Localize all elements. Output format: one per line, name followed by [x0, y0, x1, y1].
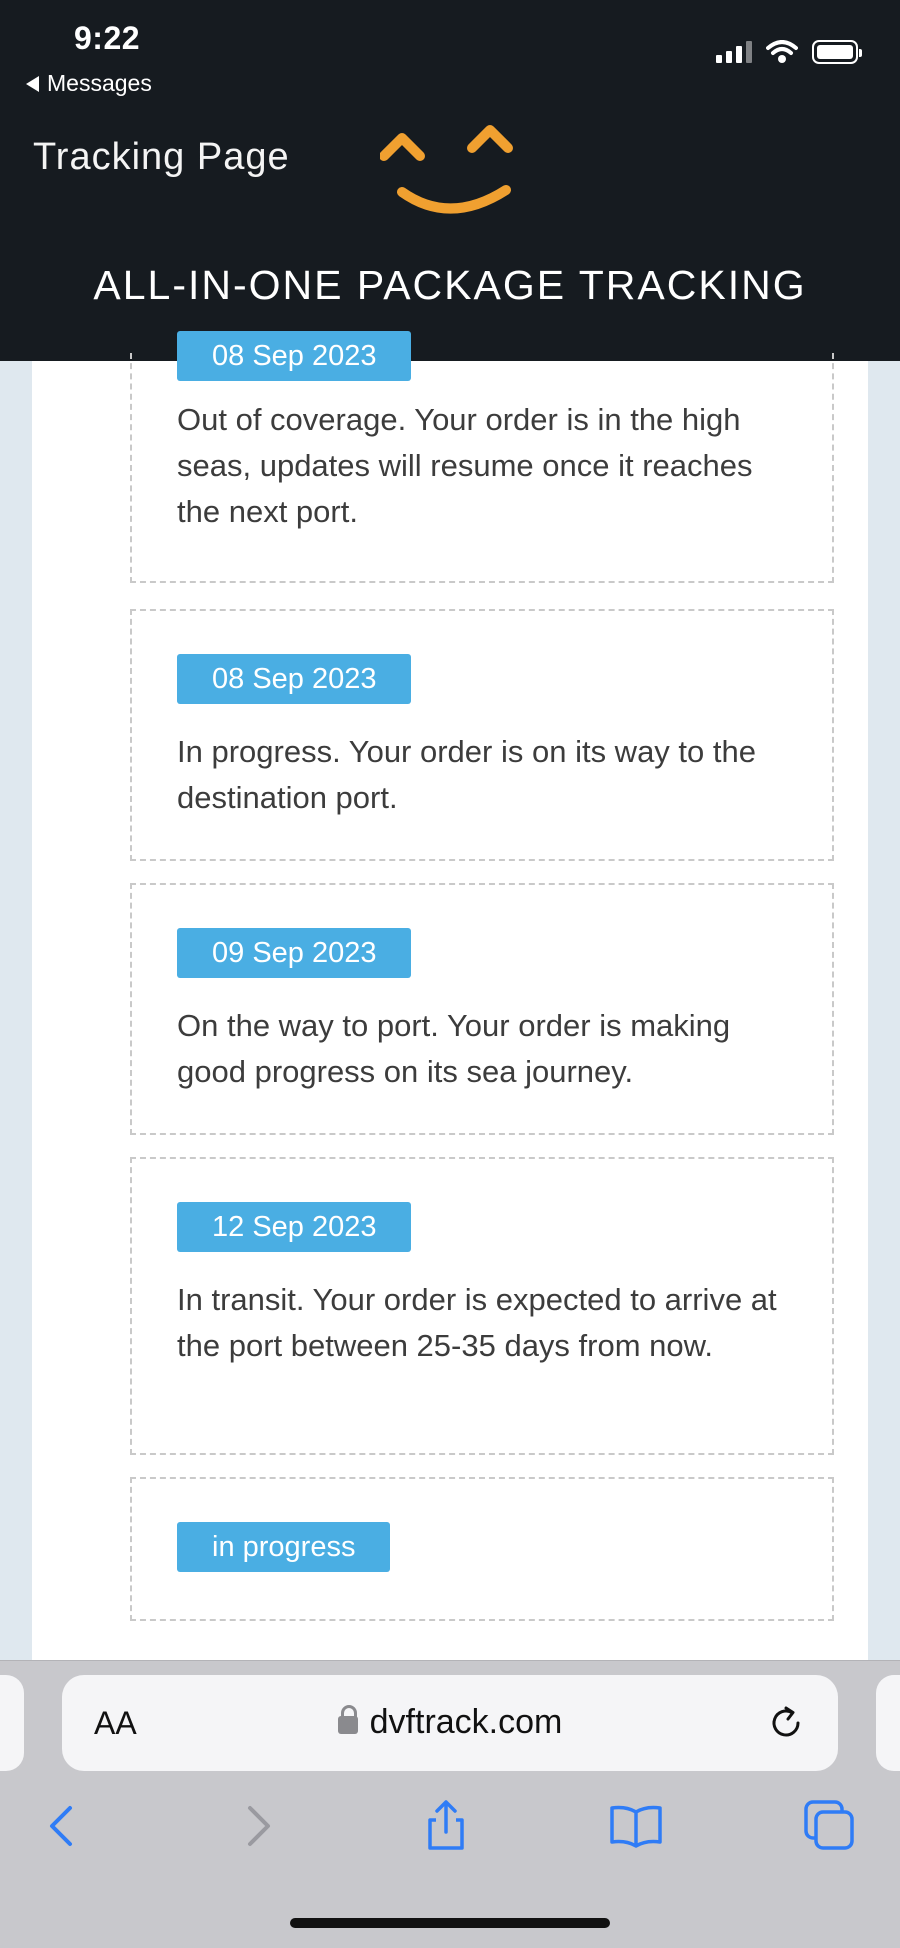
- back-arrow-icon: [26, 75, 39, 92]
- event-description: On the way to port. Your order is making…: [177, 1008, 731, 1089]
- back-to-messages[interactable]: Messages: [26, 70, 152, 97]
- status-time: 9:22: [74, 20, 141, 56]
- url-text: dvftrack.com: [369, 1703, 563, 1741]
- browser-nav: [0, 1796, 900, 1876]
- back-label: Messages: [47, 70, 152, 96]
- brand-title: Tracking Page: [33, 136, 290, 178]
- wifi-icon: [766, 40, 798, 63]
- tagline: ALL-IN-ONE PACKAGE TRACKING: [93, 262, 807, 308]
- address-bar[interactable]: AA dvftrack.com: [62, 1675, 838, 1771]
- tracking-timeline: 08 Sep 2023 Out of coverage. Your order …: [32, 331, 868, 1661]
- reload-icon[interactable]: [764, 1701, 808, 1745]
- smiley-face-logo-icon: [380, 125, 513, 214]
- date-badge: 08 Sep 2023: [177, 654, 412, 704]
- lock-icon: [337, 1705, 358, 1734]
- status-icons: [716, 40, 862, 64]
- timeline-event: in progress: [130, 1477, 834, 1621]
- event-description: Out of coverage. Your order is in the hi…: [177, 402, 753, 529]
- forward-chevron-icon[interactable]: [228, 1796, 288, 1856]
- timeline-event: 09 Sep 2023 On the way to port. Your ord…: [130, 883, 834, 1135]
- site-header: 9:22 Messages Tracking Page ALL-IN-ONE P…: [0, 0, 900, 361]
- back-chevron-icon[interactable]: [32, 1796, 92, 1856]
- timeline-event: 08 Sep 2023 Out of coverage. Your order …: [130, 331, 834, 583]
- tabs-icon[interactable]: [800, 1796, 860, 1856]
- event-description: In progress. Your order is on its way to…: [177, 734, 756, 815]
- date-badge: 08 Sep 2023: [177, 331, 412, 381]
- battery-icon: [812, 40, 862, 64]
- cellular-signal-icon: [716, 41, 752, 63]
- next-tab-preview[interactable]: [876, 1675, 900, 1771]
- status-badge: in progress: [177, 1522, 391, 1572]
- previous-tab-preview[interactable]: [0, 1675, 24, 1771]
- date-badge: 09 Sep 2023: [177, 928, 412, 978]
- browser-toolbar: AA dvftrack.com: [0, 1660, 900, 1948]
- share-icon[interactable]: [416, 1796, 476, 1856]
- timeline-event: 08 Sep 2023 In progress. Your order is o…: [130, 609, 834, 861]
- event-description: In transit. Your order is expected to ar…: [177, 1282, 777, 1363]
- home-indicator: [290, 1918, 610, 1928]
- bookmarks-icon[interactable]: [606, 1796, 666, 1856]
- timeline-event: 12 Sep 2023 In transit. Your order is ex…: [130, 1157, 834, 1455]
- url-field[interactable]: dvftrack.com: [62, 1703, 838, 1742]
- date-badge: 12 Sep 2023: [177, 1202, 412, 1252]
